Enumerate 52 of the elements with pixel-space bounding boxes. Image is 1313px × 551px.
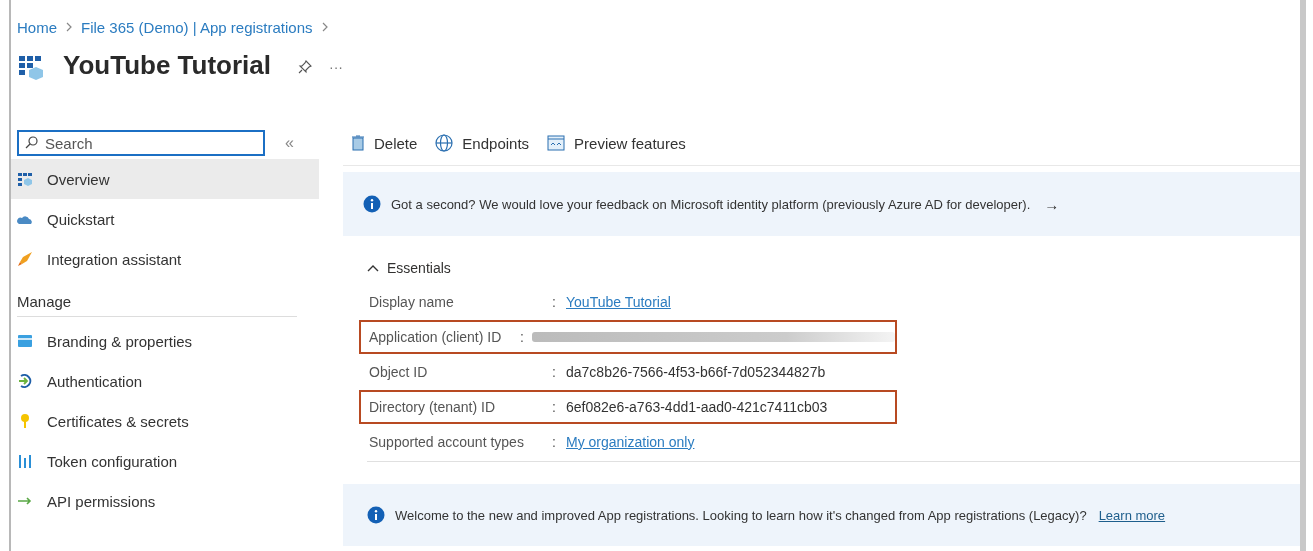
sidebar-item[interactable]: Certificates & secrets [11,401,319,441]
sidebar-item[interactable]: Authentication [11,361,319,401]
collapse-button[interactable]: « [285,134,294,152]
property-link[interactable]: YouTube Tutorial [566,293,671,310]
breadcrumb-link[interactable]: Home [17,18,57,36]
essentials-toggle[interactable]: Essentials [367,254,1300,282]
sidebar-item[interactable]: Integration assistant [11,239,319,279]
breadcrumb-link[interactable]: File 365 (Demo) | App registrations [81,18,313,36]
sidebar-item[interactable]: API permissions [11,481,319,521]
toolbar-button[interactable]: Delete [351,134,418,152]
section-heading: Manage [16,292,73,312]
pin-icon[interactable] [297,59,313,75]
page-title: YouTube Tutorial [63,49,271,81]
search-field[interactable]: Search [17,130,265,156]
colon-separator: : [552,363,557,380]
info-message: Welcome to the new and improved App registrations. Looking to learn how it's changed from App registrations (Legacy)? [395,507,1087,523]
trash-icon [351,135,365,151]
chevron-icon [65,22,73,32]
sidebar-item[interactable]: Token configuration [11,441,319,481]
property-link[interactable]: My organization only [566,433,695,450]
grid-icon [17,171,33,187]
globe-icon [435,134,454,152]
sidebar-item[interactable]: Branding & properties [11,321,319,361]
sidebar-item[interactable]: Overview [11,159,319,199]
colon-separator: : [552,398,557,415]
learn-more-link[interactable]: Learn more [1098,507,1166,523]
property-value: da7c8b26-7566-4f53-b66f-7d052344827b [566,363,826,380]
rocket-icon [17,251,33,267]
property-label: Application (client) ID [369,328,503,345]
more-button[interactable]: ··· [329,59,343,75]
colon-separator: : [520,328,525,345]
feedback-message: Got a second? We would love your feedback on Microsoft identity platform (previously Azure AD for developer). [391,196,1031,212]
info-icon [363,195,381,213]
preview-icon [547,135,566,151]
colon-separator: : [552,433,557,450]
arrow-link[interactable]: → [1044,195,1060,213]
toolbar-button[interactable]: Preview features [547,134,686,152]
sign-in-icon [17,373,33,389]
colon-separator: : [552,293,557,310]
property-label: Display name [369,293,455,310]
property-label: Supported account types [369,433,525,450]
search-icon [25,136,38,149]
info-icon [367,506,385,524]
card-icon [17,333,33,349]
chevron-icon [320,22,329,32]
property-value: 6ef082e6-a763-4dd1-aad0-421c7411cb03 [566,398,828,415]
property-label: Object ID [369,363,429,380]
property-label: Directory (tenant) ID [369,398,497,415]
toolbar-button[interactable]: Endpoints [435,134,530,152]
bars-icon [17,453,33,469]
caret-icon [367,264,379,272]
sidebar-item[interactable]: Quickstart [11,199,319,239]
